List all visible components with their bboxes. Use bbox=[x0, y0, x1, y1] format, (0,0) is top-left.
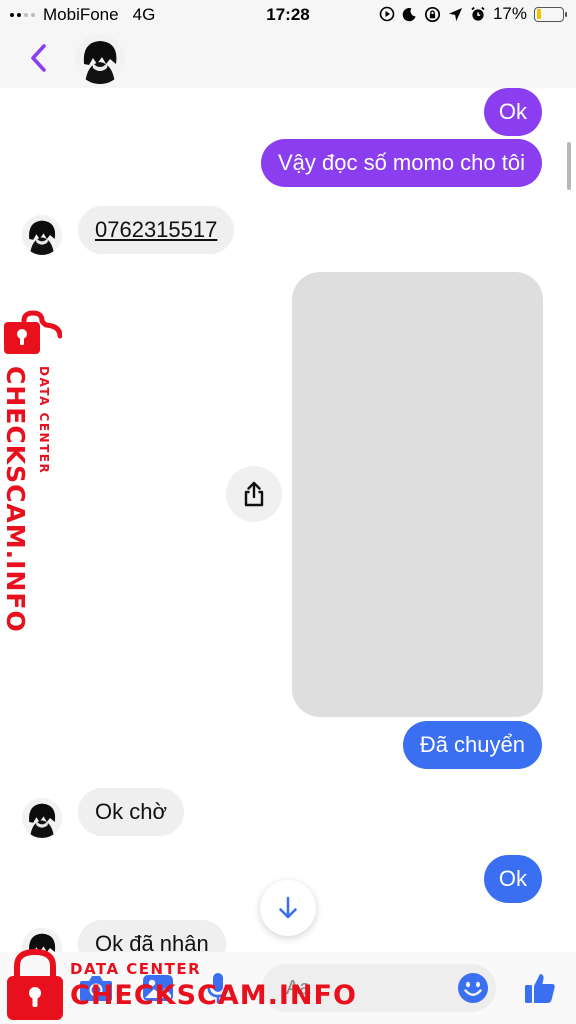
message-bubble-outgoing[interactable]: Ok bbox=[483, 855, 542, 903]
scrollbar[interactable] bbox=[567, 142, 571, 190]
share-button[interactable] bbox=[226, 466, 282, 522]
alarm-icon bbox=[471, 6, 485, 21]
contact-avatar[interactable] bbox=[75, 34, 125, 84]
watermark-bottom: DATA CENTER CHECKSCAM.INFO bbox=[0, 944, 360, 1024]
do-not-disturb-icon bbox=[402, 7, 416, 21]
sender-avatar[interactable] bbox=[22, 215, 62, 255]
padlock-icon bbox=[7, 948, 63, 1020]
image-attachment[interactable] bbox=[292, 272, 543, 717]
message-bubble-outgoing[interactable]: Đã chuyển bbox=[402, 721, 542, 769]
message-bubble-outgoing[interactable]: Ok bbox=[483, 88, 542, 136]
rotation-lock-icon bbox=[424, 6, 441, 22]
share-icon bbox=[244, 481, 264, 507]
sender-avatar[interactable] bbox=[22, 798, 62, 838]
chat-header bbox=[0, 30, 576, 88]
message-bubble-incoming[interactable]: 0762315517 bbox=[78, 206, 235, 254]
back-button[interactable] bbox=[22, 38, 54, 78]
phone-number-link[interactable]: 0762315517 bbox=[95, 217, 217, 242]
message-bubble-incoming[interactable]: Ok chờ bbox=[78, 788, 184, 836]
battery-percent: 17% bbox=[492, 4, 527, 23]
screen-record-icon bbox=[379, 6, 395, 22]
padlock-icon bbox=[4, 310, 62, 354]
watermark-side: CHECKSCAM.INFO DATA CENTER bbox=[0, 310, 64, 633]
arrow-down-icon bbox=[279, 896, 297, 919]
chevron-left-icon bbox=[31, 44, 46, 72]
thumbs-up-icon bbox=[525, 974, 555, 1003]
emoji-button[interactable] bbox=[453, 968, 493, 1008]
battery-charging-icon bbox=[534, 6, 567, 22]
scroll-to-bottom-button[interactable] bbox=[260, 880, 316, 936]
emoji-icon bbox=[458, 973, 488, 1003]
message-bubble-outgoing[interactable]: Vậy đọc số momo cho tôi bbox=[260, 139, 542, 187]
like-button[interactable] bbox=[520, 968, 560, 1008]
status-bar: MobiFone 4G 17:28 17% bbox=[0, 0, 576, 30]
location-icon bbox=[448, 7, 463, 21]
